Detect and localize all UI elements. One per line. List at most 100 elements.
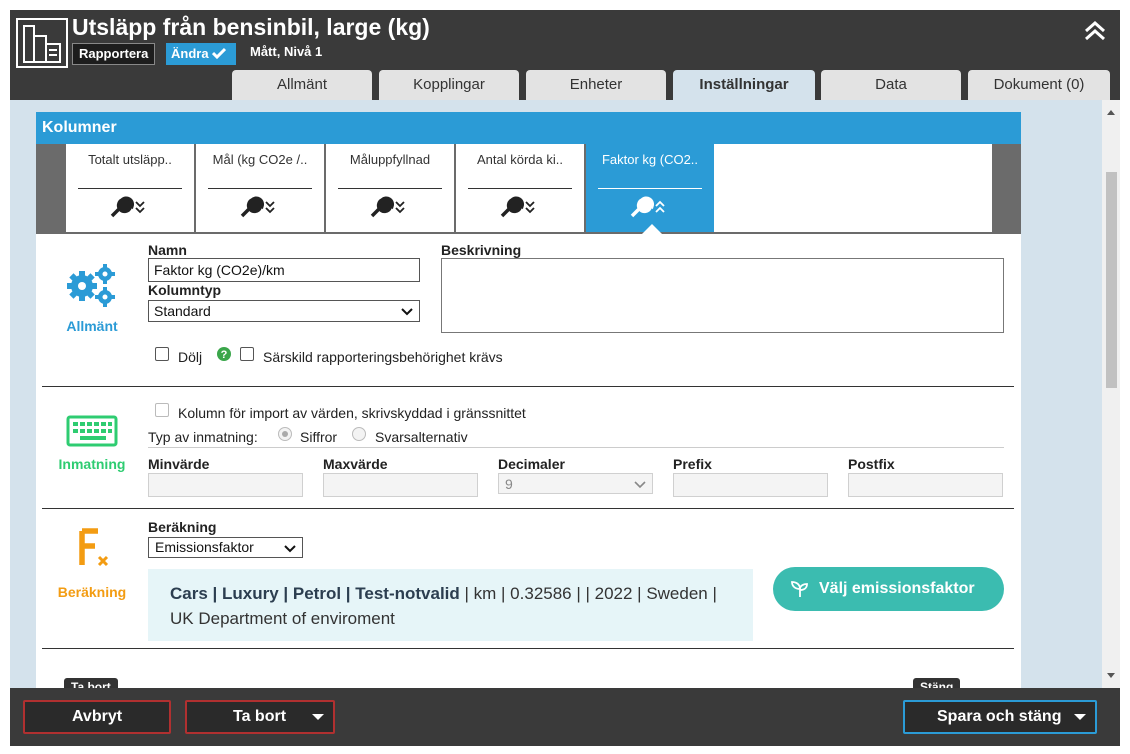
import-checkbox[interactable] bbox=[155, 403, 169, 417]
decimaler-select[interactable]: 9 bbox=[498, 473, 653, 494]
sarskild-checkbox[interactable] bbox=[240, 347, 254, 361]
kolumntyp-value: Standard bbox=[154, 303, 211, 319]
scroll-down-arrow-icon[interactable] bbox=[1106, 672, 1116, 680]
help-icon[interactable]: ? bbox=[217, 347, 231, 361]
collapse-chevron-up-icon[interactable] bbox=[1082, 18, 1108, 44]
panel-title: Kolumner bbox=[36, 112, 1021, 144]
factor-category: Cars | Luxury | Petrol | Test-notvalid bbox=[170, 584, 460, 603]
caret-down-icon[interactable] bbox=[311, 713, 325, 721]
berakning-value: Emissionsfaktor bbox=[155, 539, 254, 555]
column-tab-mal[interactable]: Mål (kg CO2e /.. bbox=[196, 144, 324, 232]
column-tab-label: Totalt utsläpp.. bbox=[88, 152, 172, 167]
seedling-icon bbox=[791, 581, 808, 597]
andra-label: Ändra bbox=[171, 46, 209, 61]
kolumntyp-label: Kolumntyp bbox=[148, 282, 222, 298]
section-label-inmatning: Inmatning bbox=[58, 456, 126, 472]
tab-allmant[interactable]: Allmänt bbox=[232, 70, 372, 100]
caret-down-icon[interactable] bbox=[1073, 713, 1087, 721]
maxvarde-label: Maxvärde bbox=[323, 456, 388, 472]
factor-line-1: Cars | Luxury | Petrol | Test-notvalid |… bbox=[170, 581, 731, 606]
column-tab-label: Antal körda ki.. bbox=[477, 152, 563, 167]
factor-details: | km | 0.32586 | | 2022 | Sweden | bbox=[459, 584, 717, 603]
andra-button[interactable]: Ändra bbox=[166, 43, 236, 65]
valj-emissionsfaktor-button[interactable]: Välj emissionsfaktor bbox=[773, 567, 1004, 611]
column-tab-totalt[interactable]: Totalt utsläpp.. bbox=[66, 144, 194, 232]
svarsalternativ-radio[interactable] bbox=[352, 427, 366, 441]
column-tab-maluppfyllnad[interactable]: Måluppfyllnad bbox=[326, 144, 454, 232]
tab-kopplingar[interactable]: Kopplingar bbox=[379, 70, 519, 100]
app-window: Utsläpp från bensinbil, large (kg) Rappo… bbox=[10, 10, 1120, 746]
minvarde-input[interactable] bbox=[148, 473, 303, 497]
page-title: Utsläpp från bensinbil, large (kg) bbox=[72, 14, 430, 40]
wrench-expand-icon bbox=[370, 196, 405, 218]
ta-bort-label: Ta bort bbox=[233, 708, 287, 725]
avbryt-button[interactable]: Avbryt bbox=[23, 700, 171, 734]
beskrivning-label: Beskrivning bbox=[441, 242, 522, 258]
formula-fx-icon bbox=[79, 528, 109, 567]
spara-label: Spara och stäng bbox=[937, 708, 1062, 725]
tab-dokument[interactable]: Dokument (0) bbox=[968, 70, 1110, 100]
header: Utsläpp från bensinbil, large (kg) Rappo… bbox=[10, 10, 1120, 100]
svg-text:?: ? bbox=[221, 349, 228, 361]
chevron-down-icon bbox=[284, 545, 296, 553]
dolj-checkbox[interactable] bbox=[155, 347, 169, 361]
prefix-label: Prefix bbox=[673, 456, 712, 472]
minvarde-label: Minvärde bbox=[148, 456, 210, 472]
wrench-collapse-icon bbox=[630, 196, 665, 218]
scroll-up-arrow-icon[interactable] bbox=[1106, 108, 1116, 116]
decimaler-value: 9 bbox=[505, 476, 513, 492]
dolj-label: Dölj bbox=[178, 349, 203, 365]
tab-installningar[interactable]: Inställningar bbox=[673, 70, 815, 100]
tab-enheter[interactable]: Enheter bbox=[526, 70, 666, 100]
keyboard-icon bbox=[66, 415, 118, 447]
scrollbar-thumb[interactable] bbox=[1106, 172, 1117, 388]
ta-bort-button[interactable]: Ta bort bbox=[185, 700, 335, 734]
wrench-expand-icon bbox=[500, 196, 535, 218]
postfix-input[interactable] bbox=[848, 473, 1003, 497]
namn-label: Namn bbox=[148, 242, 187, 258]
chevron-down-icon bbox=[634, 481, 646, 489]
content-scroll-area: Kolumner Totalt utsläpp.. Mål (kg CO2e /… bbox=[10, 100, 1120, 688]
kolumntyp-select[interactable]: Standard bbox=[148, 300, 420, 322]
namn-input[interactable] bbox=[148, 258, 420, 282]
typ-label: Typ av inmatning: bbox=[148, 429, 258, 445]
emission-factor-summary: Cars | Luxury | Petrol | Test-notvalid |… bbox=[148, 569, 753, 641]
factor-source: UK Department of enviroment bbox=[170, 609, 395, 628]
column-tab-antal[interactable]: Antal körda ki.. bbox=[456, 144, 584, 232]
section-inmatning: Inmatning Kolumn för import av värden, s… bbox=[42, 387, 1014, 509]
level-subtitle: Mått, Nivå 1 bbox=[250, 44, 323, 59]
stang-column-button[interactable]: Stäng bbox=[913, 678, 961, 688]
column-tab-label: Måluppfyllnad bbox=[349, 152, 431, 167]
sarskild-label: Särskild rapporteringsbehörighet krävs bbox=[263, 349, 503, 365]
gears-icon bbox=[67, 264, 115, 307]
siffror-label: Siffror bbox=[300, 429, 338, 445]
maxvarde-input[interactable] bbox=[323, 473, 478, 497]
tab-data[interactable]: Data bbox=[821, 70, 961, 100]
import-label: Kolumn för import av värden, skrivskydda… bbox=[178, 405, 526, 421]
beskrivning-textarea[interactable] bbox=[441, 258, 1004, 333]
vertical-scrollbar[interactable] bbox=[1102, 100, 1120, 688]
siffror-radio[interactable] bbox=[278, 427, 292, 441]
decimaler-label: Decimaler bbox=[498, 456, 565, 472]
prefix-input[interactable] bbox=[673, 473, 828, 497]
footer-bar: Avbryt Ta bort Spara och stäng bbox=[10, 688, 1120, 746]
section-label-allmant: Allmänt bbox=[66, 318, 118, 334]
column-tab-label: Faktor kg (CO2.. bbox=[601, 152, 699, 167]
active-tab-pointer bbox=[642, 224, 662, 234]
chevron-down-icon bbox=[401, 308, 413, 316]
column-tab-faktor[interactable]: Faktor kg (CO2.. bbox=[586, 144, 714, 232]
measure-logo-icon bbox=[16, 18, 68, 68]
wrench-expand-icon bbox=[240, 196, 275, 218]
column-tab-label: Mål (kg CO2e /.. bbox=[212, 152, 308, 167]
check-icon bbox=[212, 47, 227, 60]
berakning-select[interactable]: Emissionsfaktor bbox=[148, 537, 303, 558]
postfix-label: Postfix bbox=[848, 456, 895, 472]
rapportera-button[interactable]: Rapportera bbox=[72, 43, 156, 65]
ta-bort-column-button[interactable]: Ta bort bbox=[64, 678, 118, 688]
valj-label: Välj emissionsfaktor bbox=[819, 580, 975, 597]
wrench-expand-icon bbox=[110, 196, 145, 218]
kolumner-panel: Kolumner Totalt utsläpp.. Mål (kg CO2e /… bbox=[36, 112, 1021, 688]
berakning-label: Beräkning bbox=[148, 519, 217, 535]
column-tabs-empty bbox=[714, 144, 992, 232]
spara-och-stang-button[interactable]: Spara och stäng bbox=[903, 700, 1097, 734]
